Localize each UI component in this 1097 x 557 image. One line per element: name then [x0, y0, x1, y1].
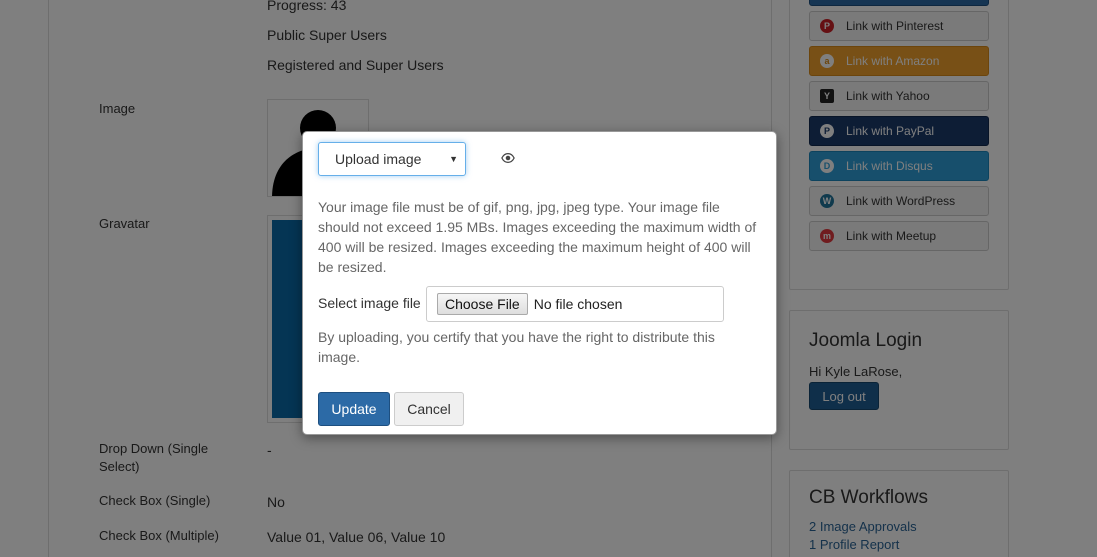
choose-file-button[interactable]: Choose File: [437, 293, 528, 315]
eye-icon[interactable]: [501, 151, 515, 165]
cancel-button[interactable]: Cancel: [394, 392, 464, 426]
upload-image-modal: Upload image ▼ Your image file must be o…: [302, 131, 777, 435]
file-field-label: Select image file: [318, 295, 421, 311]
file-status-text: No file chosen: [533, 296, 623, 312]
certify-text: By uploading, you certify that you have …: [318, 329, 715, 365]
chevron-down-icon: ▼: [449, 154, 458, 164]
image-action-select-value: Upload image: [335, 151, 422, 167]
update-button[interactable]: Update: [318, 392, 390, 426]
file-input[interactable]: Choose File No file chosen: [426, 286, 724, 322]
upload-help-text: Your image file must be of gif, png, jpg…: [318, 199, 757, 275]
image-action-select[interactable]: Upload image ▼: [318, 142, 466, 176]
